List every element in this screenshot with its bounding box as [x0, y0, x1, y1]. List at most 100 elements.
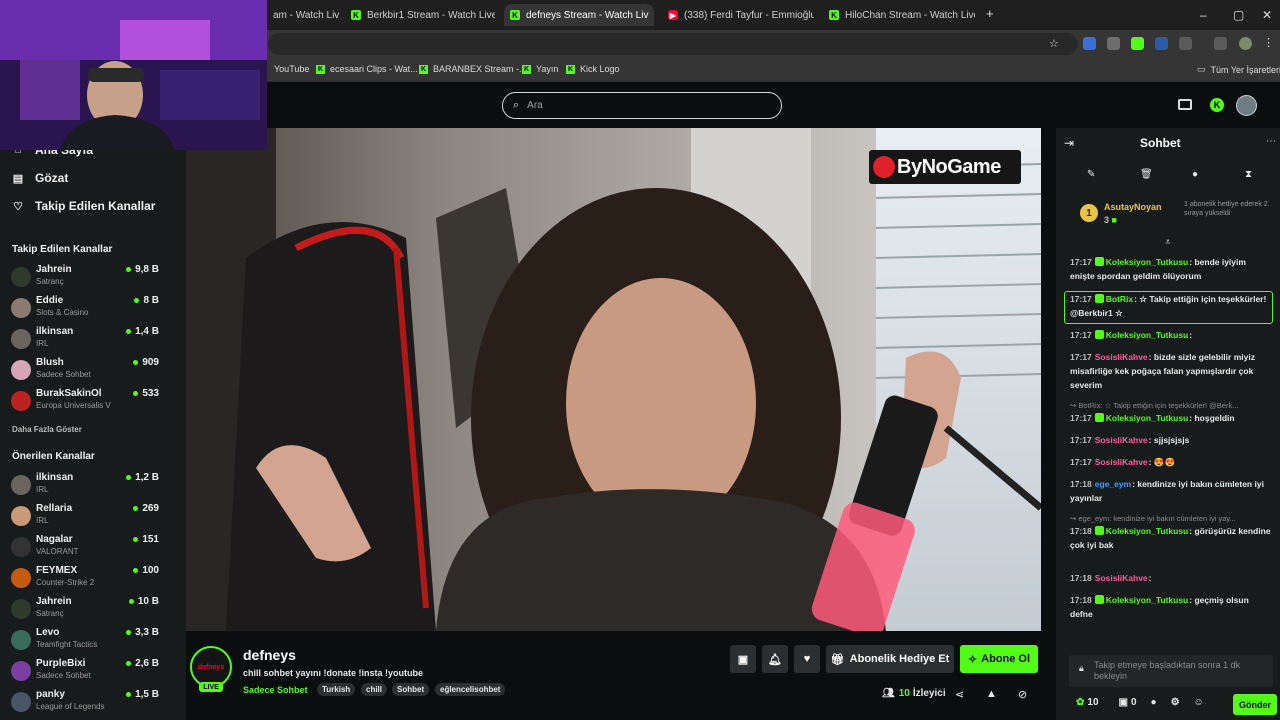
gift-count[interactable]: 0	[1131, 697, 1137, 708]
sidebar-channel[interactable]: Eddie Slots & Casino 8 B	[11, 295, 181, 323]
leaderboard-user[interactable]: AsutayNoyan	[1104, 202, 1162, 212]
video-player[interactable]	[186, 128, 1041, 631]
browser-tab[interactable]: Kdefneys Stream - Watch Liv✕	[504, 4, 654, 26]
chat-username[interactable]: Koleksiyon_Tutkusu	[1106, 330, 1189, 340]
browser-tab[interactable]: KBerkbir1 Stream - Watch Live o✕	[345, 4, 495, 26]
sidebar-channel[interactable]: Nagalar VALORANT 151	[11, 534, 181, 562]
nav-browse[interactable]: ▤ Gözat	[12, 171, 69, 185]
chat-username[interactable]: Koleksiyon_Tutkusu	[1106, 257, 1189, 267]
chat-username[interactable]: SosisliKahve	[1095, 435, 1148, 445]
follow-button[interactable]: ♥	[794, 645, 820, 673]
bookmark-ecesaari[interactable]: Kecesaari Clips - Wat...	[316, 64, 418, 74]
chat-bubble-icon[interactable]: ●	[1192, 169, 1198, 180]
extension-icon[interactable]	[1083, 37, 1096, 50]
clip-button[interactable]: ▣	[730, 645, 756, 673]
kick-extension-icon[interactable]	[1131, 37, 1144, 50]
stream-category-link[interactable]: Sadece Sohbet	[243, 685, 308, 695]
close-tab-icon[interactable]: ✕	[648, 10, 654, 21]
report-icon[interactable]: ▲	[986, 688, 997, 700]
sidebar-channel[interactable]: ilkinsan IRL 1,4 B	[11, 326, 181, 354]
tag-turkish[interactable]: Turkish	[317, 683, 356, 696]
browser-tab[interactable]: ▶(338) Ferdi Tayfur - Emmioğlu✕	[662, 4, 814, 26]
chat-footer: ✿ 10 ▣ 0 ● ⚙ ☺	[1076, 697, 1204, 708]
omnibox[interactable]	[268, 33, 1078, 55]
theater-mode-icon[interactable]	[1178, 99, 1192, 110]
emote-icon[interactable]: ☺	[1194, 697, 1204, 708]
settings-gear-icon[interactable]: ⚙	[1171, 697, 1180, 708]
chat-username[interactable]: ege_eym	[1095, 479, 1131, 489]
share-icon[interactable]: ⋖	[955, 688, 964, 701]
sidebar-channel[interactable]: Jahrein Satranç 10 B	[11, 596, 181, 624]
media-icon[interactable]	[1214, 37, 1227, 50]
tag-eglencelisohbet[interactable]: eğlencelisohbet	[435, 683, 506, 696]
chat-bubble-icon[interactable]: ●	[1151, 697, 1157, 708]
star-bookmark-icon[interactable]: ☆	[1049, 37, 1059, 50]
chat-username[interactable]: SosisliKahve	[1095, 457, 1148, 467]
browser-tab[interactable]: KHiloChan Stream - Watch Live o✕	[823, 4, 975, 26]
pin-tool-icon[interactable]: ✎	[1087, 169, 1095, 180]
kick-points-icon[interactable]: K	[1210, 98, 1224, 112]
browser-menu-icon[interactable]: ⋮	[1263, 36, 1274, 49]
sidebar-channel[interactable]: Rellaria IRL 269	[11, 503, 181, 531]
minimize-button[interactable]: –	[1200, 8, 1207, 22]
show-more-button[interactable]: Daha Fazla Göster	[12, 425, 82, 434]
channel-name: Jahrein	[36, 596, 72, 607]
bookmark-youtube[interactable]: YouTube	[274, 64, 309, 74]
user-avatar[interactable]	[1236, 95, 1257, 116]
bookmark-baranbex[interactable]: K BARANBEX Stream -...	[419, 64, 527, 74]
bookmark-kick-logo[interactable]: K Kick Logo	[566, 64, 620, 74]
sidebar-channel[interactable]: Jahrein Satranç 9,8 B	[11, 264, 181, 292]
hide-overlay-icon[interactable]: ⊘	[1018, 688, 1027, 701]
extension-icon[interactable]	[1155, 37, 1168, 50]
notification-button[interactable]: 🔔︎	[762, 645, 788, 673]
maximize-button[interactable]: ▢	[1233, 8, 1244, 22]
chat-username[interactable]: Koleksiyon_Tutkusu	[1106, 413, 1189, 423]
sidebar-channel[interactable]: Levo Teamfight Tactics 3,3 B	[11, 627, 181, 655]
channel-avatar	[11, 298, 31, 318]
chat-more-icon[interactable]: ⋯	[1266, 136, 1276, 147]
sidebar-channel[interactable]: ilkinsan IRL 1,2 B	[11, 472, 181, 500]
channel-name: Nagalar	[36, 534, 73, 545]
streamer-name[interactable]: defneys	[243, 647, 296, 663]
chat-text: sjjsjsjsjs	[1153, 435, 1190, 445]
shield-extension-icon[interactable]	[1107, 37, 1120, 50]
search-input[interactable]: ⌕ Ara	[502, 92, 782, 119]
tag-sohbet[interactable]: Sohbet	[392, 683, 430, 696]
tab-label: defneys Stream - Watch Liv	[526, 9, 649, 21]
sidebar-channel[interactable]: FEYMEX Counter-Strike 2 100	[11, 565, 181, 593]
tag-chill[interactable]: chill	[361, 683, 388, 696]
tab-label: Berkbir1 Stream - Watch Live o	[367, 9, 495, 21]
puzzle-extensions-icon[interactable]	[1179, 37, 1192, 50]
sidebar-channel[interactable]: Blush Sadece Sohbet 909	[11, 357, 181, 385]
close-window-button[interactable]: ✕	[1262, 8, 1272, 22]
send-button[interactable]: Gönder	[1233, 694, 1277, 715]
channel-avatar	[11, 599, 31, 619]
sidebar-channel[interactable]: panky League of Legends 1,5 B	[11, 689, 181, 717]
bynogame-watermark: ByNoGame	[869, 150, 1021, 184]
nav-following[interactable]: ♡ Takip Edilen Kanallar	[12, 199, 155, 213]
kick-icon: K	[510, 10, 520, 20]
chat-username[interactable]: SosisliKahve	[1095, 573, 1148, 583]
bookmark-yayin[interactable]: K Yayın	[522, 64, 558, 74]
gift-subscription-button[interactable]: 🎁︎ Abonelik Hediye Et	[826, 645, 954, 673]
sidebar-channel[interactable]: PurpleBixi Sadece Sohbet 2,6 B	[11, 658, 181, 686]
channel-viewers: 269	[133, 503, 159, 514]
new-tab-button[interactable]: +	[986, 6, 994, 21]
collapse-chat-icon[interactable]: ⇥	[1064, 136, 1074, 150]
chat-username[interactable]: Koleksiyon_Tutkusu	[1106, 526, 1189, 536]
all-bookmarks[interactable]: ▭ Tüm Yer İşaretleri	[1197, 64, 1280, 75]
expand-chevron-icon[interactable]: ⩡	[1165, 237, 1171, 248]
chat-username[interactable]: SosisliKahve	[1095, 352, 1148, 362]
live-dot-icon	[128, 599, 134, 604]
subscribe-button[interactable]: ✧ Abone Ol	[960, 645, 1038, 673]
sidebar-channel[interactable]: BurakSakinOl Europa Universalis V 533	[11, 388, 181, 416]
profile-avatar[interactable]	[1239, 37, 1252, 50]
chat-username[interactable]: BotRix	[1106, 294, 1133, 304]
browser-tab[interactable]: Kam - Watch Liv✕	[267, 4, 345, 26]
hourglass-icon[interactable]: ⧗	[1245, 169, 1252, 180]
chat-username[interactable]: Koleksiyon_Tutkusu	[1106, 595, 1189, 605]
points-count[interactable]: 10	[1087, 697, 1098, 708]
trash-icon[interactable]: 🗑︎	[1140, 169, 1153, 180]
chat-timestamp: 17:18	[1070, 479, 1092, 489]
channel-category: Sadece Sohbet	[36, 370, 91, 379]
